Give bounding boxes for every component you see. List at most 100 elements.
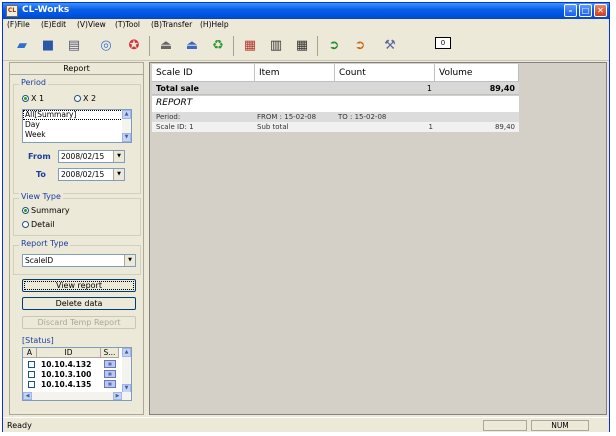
period-row-label: Period: bbox=[156, 113, 181, 121]
status-list[interactable]: A ID S... 10.10.4.132 ▦ 10.10.3.100 ▦ 10… bbox=[22, 347, 132, 401]
scroll-right-icon[interactable]: ▶ bbox=[113, 392, 122, 400]
summary-radio[interactable]: Summary bbox=[22, 206, 70, 215]
column-header-id[interactable]: ID bbox=[37, 348, 101, 358]
status-label: [Status] bbox=[22, 336, 54, 345]
menu-file[interactable]: (F)File bbox=[7, 20, 30, 29]
app-window: CL CL-Works – □ ✕ (F)File (E)Edit (V)Vie… bbox=[2, 2, 610, 432]
minimize-button[interactable]: – bbox=[564, 4, 577, 17]
menu-view[interactable]: (V)View bbox=[77, 20, 106, 29]
column-header-scale-id[interactable]: Scale ID bbox=[152, 64, 255, 82]
window-title: CL-Works bbox=[22, 5, 70, 15]
keyboard-icon[interactable]: ▦ bbox=[291, 35, 313, 57]
scale-ip: 10.10.3.100 bbox=[41, 370, 92, 379]
period-from: FROM : 15-02-08 bbox=[257, 113, 317, 121]
toolbar: ▰ ■ ▤ ◎ ✪ ⏏ ⏏ ♻ ▦ ▥ ▦ ➲ ➲ ⚒ 0 bbox=[3, 32, 609, 61]
horizontal-scrollbar[interactable]: ◀ ▶ bbox=[23, 392, 131, 400]
detail-item: Sub total bbox=[257, 123, 289, 131]
print-icon[interactable]: ▤ bbox=[63, 35, 85, 57]
scale-ip: 10.10.4.132 bbox=[41, 360, 92, 369]
tools-icon[interactable]: ⚒ bbox=[379, 35, 401, 57]
menu-transfer[interactable]: (B)Transfer bbox=[151, 20, 192, 29]
x2-label: X 2 bbox=[83, 94, 97, 103]
total-sale-row[interactable]: Total sale 1 89,40 bbox=[152, 82, 519, 95]
status-checkbox[interactable] bbox=[28, 361, 35, 368]
menu-edit[interactable]: (E)Edit bbox=[41, 20, 66, 29]
to-date-picker[interactable]: 2008/02/15 ▼ bbox=[58, 168, 125, 181]
column-header-item[interactable]: Item bbox=[255, 64, 335, 82]
status-row[interactable]: 10.10.4.135 ▦ bbox=[23, 380, 131, 389]
vertical-scrollbar[interactable]: ▲ ▼ bbox=[122, 110, 131, 142]
maximize-button[interactable]: □ bbox=[579, 4, 592, 17]
report-card-icon[interactable]: ▥ bbox=[265, 35, 287, 57]
view-type-group bbox=[13, 198, 141, 236]
chevron-down-icon[interactable]: ▼ bbox=[124, 255, 135, 266]
report-type-label: Report Type bbox=[19, 239, 71, 248]
status-checkbox[interactable] bbox=[28, 381, 35, 388]
counter-box: 0 bbox=[435, 37, 451, 49]
report-type-select[interactable]: ScaleID ▼ bbox=[22, 254, 136, 267]
report-title: REPORT bbox=[156, 98, 193, 108]
connection-status-icon: ▦ bbox=[104, 360, 116, 368]
star-icon[interactable]: ✪ bbox=[123, 35, 145, 57]
forward-icon[interactable]: ➲ bbox=[323, 35, 345, 57]
detail-volume: 89,40 bbox=[494, 123, 515, 131]
scale-ip: 10.10.4.135 bbox=[41, 380, 92, 389]
x2-radio[interactable]: X 2 bbox=[74, 94, 96, 103]
view-report-button[interactable]: View report bbox=[22, 279, 136, 292]
period-listbox[interactable]: All[Summary] Day Week ▲ ▼ bbox=[22, 109, 132, 143]
send-icon[interactable]: ⏏ bbox=[155, 35, 177, 57]
scroll-up-icon[interactable]: ▲ bbox=[122, 348, 131, 357]
title-bar[interactable]: CL CL-Works – □ ✕ bbox=[3, 3, 609, 19]
detail-count: 1 bbox=[428, 123, 433, 131]
recycle-icon[interactable]: ♻ bbox=[207, 35, 229, 57]
num-lock-indicator: NUM bbox=[531, 420, 589, 431]
from-date-value: 2008/02/15 bbox=[61, 152, 105, 161]
scroll-left-icon[interactable]: ◀ bbox=[23, 392, 32, 400]
to-date-value: 2008/02/15 bbox=[61, 170, 105, 179]
from-date-picker[interactable]: 2008/02/15 ▼ bbox=[58, 150, 125, 163]
column-header-status[interactable]: S... bbox=[101, 348, 119, 358]
close-button[interactable]: ✕ bbox=[594, 4, 607, 17]
status-row[interactable]: 10.10.3.100 ▦ bbox=[23, 370, 131, 379]
toolbar-separator bbox=[233, 36, 234, 56]
column-header-count[interactable]: Count bbox=[335, 64, 435, 82]
total-count: 1 bbox=[426, 84, 432, 93]
scroll-up-icon[interactable]: ▲ bbox=[122, 110, 131, 119]
column-header-a[interactable]: A bbox=[23, 348, 37, 358]
settings-icon[interactable]: ◎ bbox=[95, 35, 117, 57]
period-label: Period bbox=[19, 78, 48, 87]
chevron-down-icon[interactable]: ▼ bbox=[113, 169, 124, 180]
report-view: Scale ID Item Count Volume Total sale 1 … bbox=[149, 62, 607, 415]
status-pane bbox=[483, 420, 527, 431]
report-list-icon[interactable]: ▦ bbox=[239, 35, 261, 57]
report-detail-row: Scale ID: 1 Sub total 1 89,40 bbox=[152, 122, 519, 132]
delete-data-button[interactable]: Delete data bbox=[22, 297, 136, 310]
view-type-label: View Type bbox=[19, 192, 63, 201]
status-row[interactable]: 10.10.4.132 ▦ bbox=[23, 360, 131, 369]
status-checkbox[interactable] bbox=[28, 371, 35, 378]
detail-scale-id: Scale ID: 1 bbox=[156, 123, 194, 131]
period-option[interactable]: Day bbox=[23, 120, 131, 130]
scroll-down-icon[interactable]: ▼ bbox=[122, 133, 131, 142]
menu-help[interactable]: (H)Help bbox=[200, 20, 229, 29]
total-volume: 89,40 bbox=[489, 84, 515, 93]
period-option[interactable]: Week bbox=[23, 130, 131, 140]
x1-radio[interactable]: X 1 bbox=[22, 94, 44, 103]
detail-radio[interactable]: Detail bbox=[22, 220, 55, 229]
period-option[interactable]: All[Summary] bbox=[23, 110, 131, 120]
panel-title: Report bbox=[10, 63, 143, 75]
back-icon[interactable]: ➲ bbox=[349, 35, 371, 57]
save-icon[interactable]: ■ bbox=[37, 35, 59, 57]
chevron-down-icon[interactable]: ▼ bbox=[113, 151, 124, 162]
connection-status-icon: ▦ bbox=[104, 380, 116, 388]
column-header-volume[interactable]: Volume bbox=[435, 64, 519, 82]
receive-icon[interactable]: ⏏ bbox=[181, 35, 203, 57]
toolbar-separator bbox=[149, 36, 150, 56]
open-icon[interactable]: ▰ bbox=[11, 35, 33, 57]
app-icon: CL bbox=[6, 5, 18, 17]
vertical-scrollbar[interactable]: ▲ ▼ bbox=[122, 348, 131, 393]
discard-temp-report-button[interactable]: Discard Temp Report bbox=[22, 316, 136, 329]
connection-status-icon: ▦ bbox=[104, 370, 116, 378]
menu-tool[interactable]: (T)Tool bbox=[115, 20, 140, 29]
report-panel: Report Period X 1 X 2 All[Summary] Day W… bbox=[9, 62, 144, 415]
